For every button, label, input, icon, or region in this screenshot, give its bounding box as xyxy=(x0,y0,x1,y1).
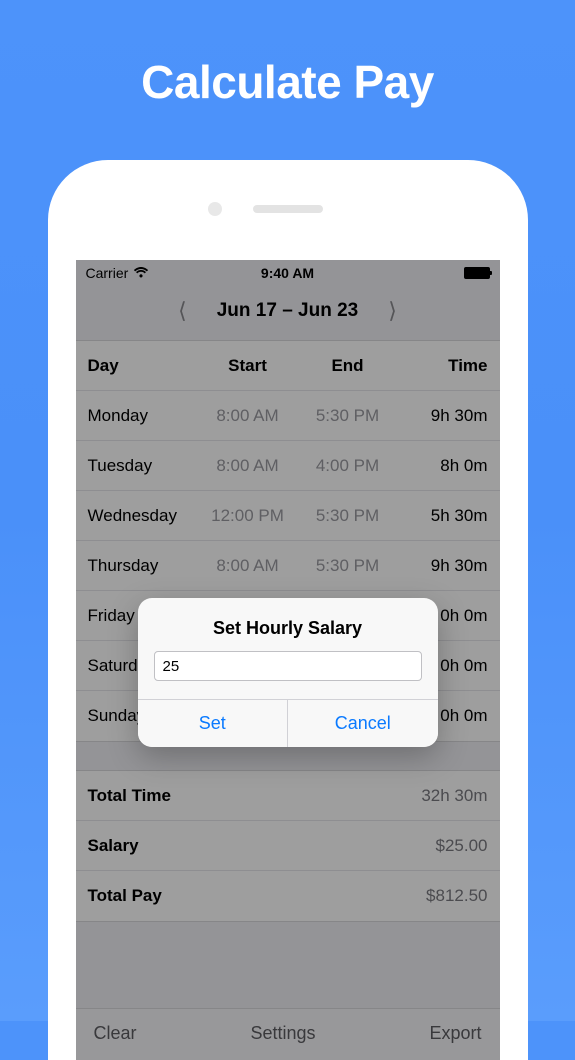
hourly-salary-alert: Set Hourly Salary Set Cancel xyxy=(138,598,438,747)
app-screen: Carrier 9:40 AM ⟨ Jun 17 – Jun 23 ⟩ Day … xyxy=(76,260,500,1060)
phone-frame: Carrier 9:40 AM ⟨ Jun 17 – Jun 23 ⟩ Day … xyxy=(48,160,528,1060)
set-button[interactable]: Set xyxy=(138,700,289,747)
hero-title: Calculate Pay xyxy=(0,0,575,109)
alert-title: Set Hourly Salary xyxy=(138,598,438,651)
phone-speaker xyxy=(253,205,323,213)
alert-buttons: Set Cancel xyxy=(138,699,438,747)
cancel-button[interactable]: Cancel xyxy=(288,700,438,747)
phone-sensor xyxy=(208,202,222,216)
hourly-salary-input[interactable] xyxy=(154,651,422,681)
